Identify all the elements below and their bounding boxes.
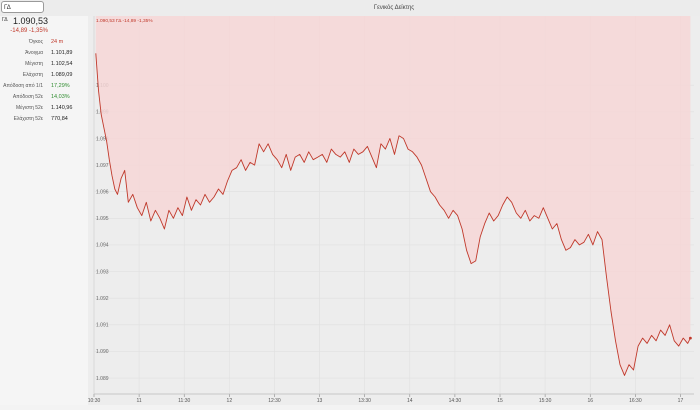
- stat-value: 1.102,54: [51, 61, 73, 67]
- stat-label: Ελάχιστη: [22, 72, 43, 78]
- x-tick-label: 11:30: [178, 398, 190, 404]
- stat-value: 1.140,96: [51, 105, 73, 111]
- stat-row: Μέγιστη 1.102,54: [0, 61, 72, 69]
- x-tick-label: 17: [678, 398, 684, 404]
- x-tick-label: 13:30: [358, 398, 371, 404]
- chart-legend: 1.090,53 ΓΔ -14,89 -1,35%: [96, 18, 153, 24]
- stat-row: Απόδοση 52ε 14,03%: [0, 94, 70, 102]
- y-tick-label: 1.091: [96, 323, 109, 329]
- x-tick-label: 13: [317, 398, 323, 404]
- last-price-marker: [688, 336, 692, 340]
- search-input[interactable]: ΓΔ: [1, 1, 44, 13]
- stat-row: Άνοιγμα 1.101,89: [0, 50, 72, 58]
- x-tick-label: 14: [407, 398, 413, 404]
- y-tick-label: 1.093: [96, 269, 109, 275]
- symbol-label: ΓΔ: [2, 17, 8, 23]
- y-tick-label: 1.095: [96, 216, 109, 222]
- quote-panel: ΓΔ 1.090,53 -14,89 -1,35% Όγκος 24 m Άνοιγ…: [0, 16, 88, 405]
- chart-area[interactable]: 1.1001.0991.0981.0971.0961.0951.0941.093…: [88, 16, 700, 405]
- y-tick-label: 1.096: [96, 189, 109, 195]
- stat-label: Άνοιγμα: [25, 50, 43, 56]
- stat-label: Απόδοση από 1/1: [3, 83, 43, 89]
- y-tick-label: 1.094: [96, 243, 109, 249]
- last-price: 1.090,53: [12, 16, 48, 26]
- stat-row: Απόδοση από 1/1 17,29%: [0, 83, 70, 91]
- stat-label: Απόδοση 52ε: [12, 94, 43, 100]
- y-tick-label: 1.089: [96, 376, 109, 382]
- stat-label: Μέγιστη 52ε: [15, 105, 43, 111]
- stat-value: 24 m: [51, 39, 64, 45]
- stat-value: 770,84: [51, 116, 68, 122]
- stat-label: Όγκος: [28, 39, 43, 45]
- window-title: Γενικός Δείκτης: [373, 5, 415, 11]
- x-tick-label: 12: [227, 398, 233, 404]
- y-tick-label: 1.092: [96, 296, 109, 302]
- x-tick-label: 11: [137, 398, 142, 404]
- price-chart[interactable]: 1.1001.0991.0981.0971.0961.0951.0941.093…: [88, 16, 700, 405]
- y-tick-label: 1.090: [96, 349, 109, 355]
- x-tick-label: 10:30: [88, 398, 100, 404]
- stat-label: Μέγιστη: [25, 61, 43, 67]
- stat-label: Ελάχιστη 52ε: [13, 116, 43, 122]
- stat-row: Όγκος 24 m: [0, 39, 63, 47]
- price-change: -14,89 -1,35%: [10, 28, 48, 34]
- x-tick-label: 12:30: [268, 398, 281, 404]
- stat-value: 17,29%: [51, 83, 70, 89]
- x-tick-label: 16:30: [629, 398, 642, 404]
- x-tick-label: 15:30: [539, 398, 552, 404]
- stat-row: Ελάχιστη 52ε 770,84: [0, 116, 68, 124]
- top-bar: ΓΔ Γενικός Δείκτης: [0, 0, 700, 17]
- x-tick-label: 14:30: [449, 398, 462, 404]
- y-tick-label: 1.097: [96, 163, 109, 169]
- stat-row: Ελάχιστη 1.089,09: [0, 72, 73, 80]
- stat-value: 14,03%: [51, 94, 70, 100]
- x-tick-label: 16: [587, 398, 593, 404]
- stat-value: 1.089,09: [51, 72, 73, 78]
- stat-value: 1.101,89: [51, 50, 73, 56]
- stat-row: Μέγιστη 52ε 1.140,96: [0, 105, 72, 113]
- x-tick-label: 15: [497, 398, 503, 404]
